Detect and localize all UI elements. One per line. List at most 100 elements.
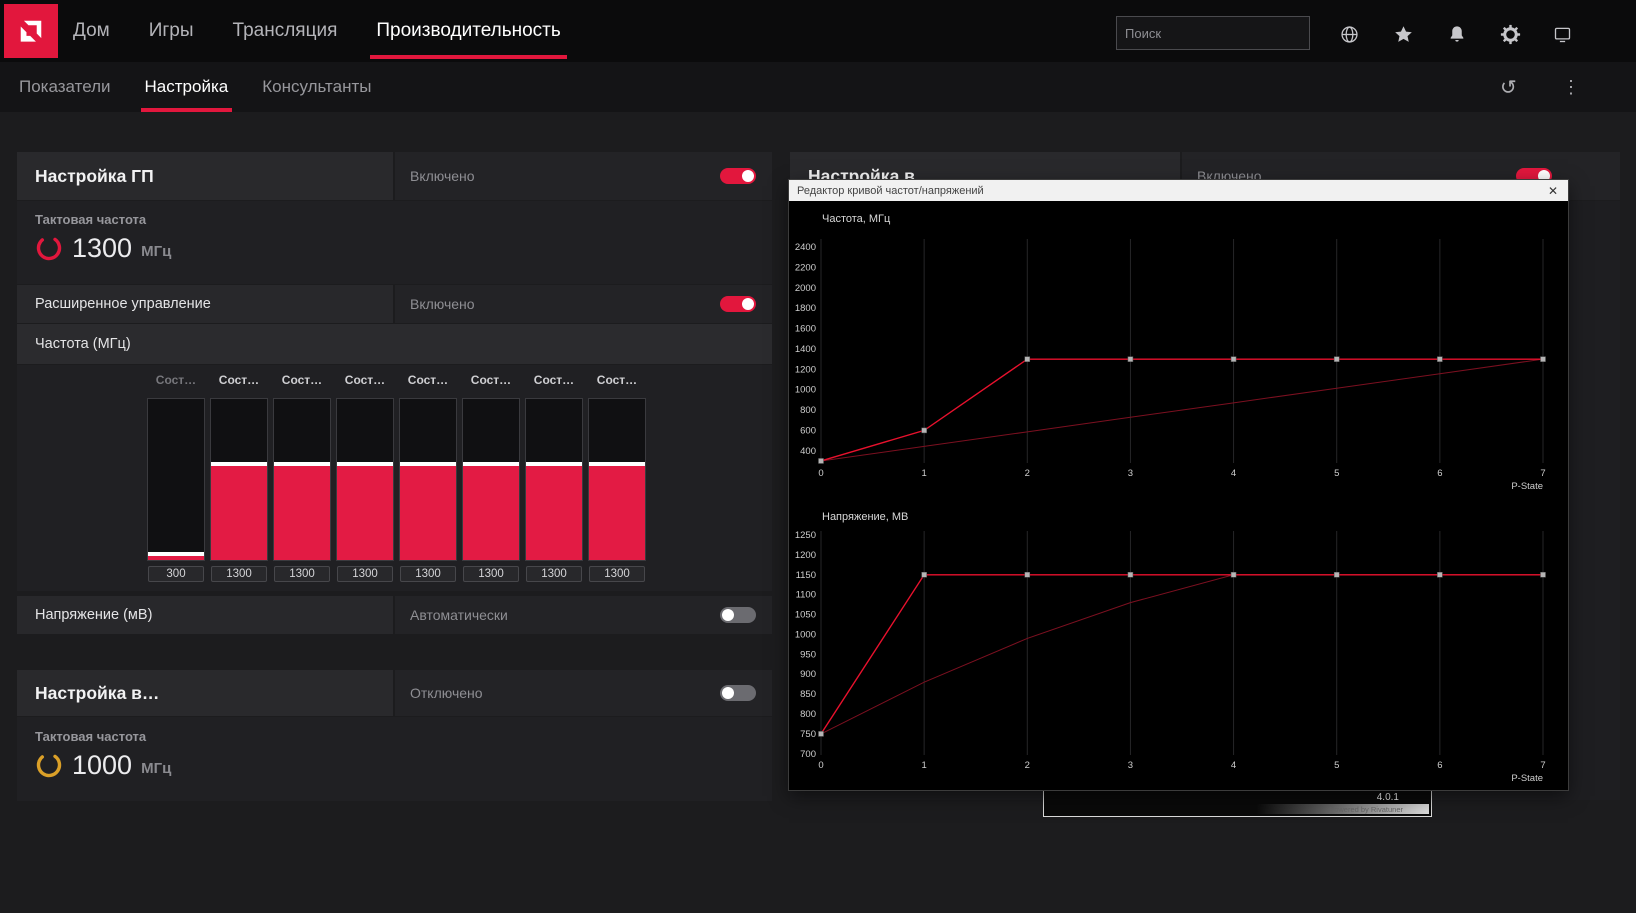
svg-text:950: 950	[800, 649, 816, 660]
tab-metrics[interactable]: Показатели	[17, 62, 113, 112]
state-value-box[interactable]: 1300	[274, 566, 330, 582]
curve-point-marker[interactable]	[1230, 356, 1237, 362]
state-slider-handle[interactable]	[463, 462, 519, 467]
gear-icon[interactable]	[1499, 23, 1521, 45]
svg-text:0: 0	[818, 760, 823, 771]
voltage-row: Напряжение (мВ) Автоматически	[17, 596, 772, 634]
globe-icon[interactable]	[1338, 23, 1360, 45]
state-slider[interactable]	[147, 398, 205, 561]
svg-text:900: 900	[800, 669, 816, 680]
curve-editor-titlebar[interactable]: Редактор кривой частот/напряжений ✕	[789, 180, 1568, 201]
nav-item-games[interactable]: Игры	[146, 0, 197, 62]
svg-text:850: 850	[800, 689, 816, 700]
curve-point-marker[interactable]	[1230, 572, 1237, 578]
curve-point-marker[interactable]	[1127, 572, 1134, 578]
curve-point-marker[interactable]	[1437, 356, 1443, 362]
curve-point-marker[interactable]	[1333, 572, 1340, 578]
gpu-clock-gauge-icon	[36, 235, 62, 261]
state-value-box[interactable]: 1300	[400, 566, 456, 582]
state-slider-handle[interactable]	[589, 462, 645, 467]
curve-point-marker[interactable]	[818, 458, 824, 464]
curve-point-marker[interactable]	[1333, 356, 1340, 362]
svg-text:7: 7	[1540, 760, 1545, 771]
state-value-box[interactable]: 1300	[337, 566, 393, 582]
frequency-states-block: Сост… 300 Сост… 1300 Сост… 1300 Сост… 1300 Сост……	[17, 365, 772, 591]
state-slider-handle[interactable]	[211, 462, 267, 467]
svg-text:1200: 1200	[795, 550, 816, 561]
curve-point-marker[interactable]	[1024, 572, 1031, 578]
curve-point-marker[interactable]	[1024, 356, 1031, 362]
state-value-box[interactable]: 1300	[463, 566, 519, 582]
voltage-toggle[interactable]	[720, 607, 756, 623]
state-slider-fill	[337, 466, 393, 560]
svg-text:1: 1	[921, 468, 926, 479]
state-slider-handle[interactable]	[526, 462, 582, 467]
state-slider-fill	[589, 466, 645, 560]
state-value-box[interactable]: 1300	[211, 566, 267, 582]
state-slider-handle[interactable]	[400, 462, 456, 467]
tab-advisors[interactable]: Консультанты	[260, 62, 373, 112]
state-column: Сост… 1300	[525, 373, 583, 582]
gpu-tuning-title: Настройка ГП	[35, 165, 154, 186]
search-input[interactable]	[1117, 17, 1309, 49]
state-slider[interactable]	[525, 398, 583, 561]
curve-point-marker[interactable]	[921, 572, 927, 578]
svg-text:1250: 1250	[795, 530, 816, 541]
amd-logo[interactable]	[4, 4, 58, 58]
state-slider-handle[interactable]	[337, 462, 393, 467]
state-slider-handle[interactable]	[148, 551, 204, 556]
toggle-knob	[722, 609, 734, 621]
performance-tabs: Показатели Настройка Консультанты	[17, 62, 374, 112]
svg-text:750: 750	[800, 729, 816, 740]
gpu-tuning-status-segment: Включено	[395, 152, 772, 200]
state-slider[interactable]	[336, 398, 394, 561]
reset-icon[interactable]: ↺	[1500, 62, 1517, 112]
display-icon[interactable]	[1551, 23, 1573, 45]
vram-tuning-toggle[interactable]	[720, 685, 756, 701]
state-column: Сост… 1300	[588, 373, 646, 582]
svg-text:1100: 1100	[796, 590, 816, 601]
sub-navigation: Показатели Настройка Консультанты ↺ ⋮	[0, 62, 1636, 112]
tab-tuning[interactable]: Настройка	[140, 62, 232, 112]
state-header: Сост…	[596, 373, 638, 387]
state-column: Сост… 1300	[399, 373, 457, 582]
curve-editor-title: Редактор кривой частот/напряжений	[797, 184, 984, 197]
state-value-box[interactable]: 1300	[589, 566, 645, 582]
more-options-icon[interactable]: ⋮	[1562, 62, 1580, 112]
state-value-box[interactable]: 1300	[526, 566, 582, 582]
svg-text:800: 800	[800, 709, 816, 720]
curve-point-marker[interactable]	[1127, 356, 1134, 362]
bell-icon[interactable]	[1446, 23, 1468, 45]
nav-item-performance[interactable]: Производительность	[370, 0, 568, 62]
voltage-curve-chart[interactable]: 0 1 2 3 4 5 6 7 700 750 800 850 900 950 1000 1050 1100 11…	[793, 523, 1555, 785]
curve-point-marker[interactable]	[921, 427, 927, 434]
state-column: Сост… 1300	[210, 373, 268, 582]
state-slider[interactable]	[588, 398, 646, 561]
toggle-knob	[742, 170, 754, 182]
nav-item-home[interactable]: Дом	[70, 0, 113, 62]
gpu-clock-value: 1300	[72, 232, 133, 263]
svg-text:400: 400	[800, 446, 816, 457]
close-icon[interactable]: ✕	[1538, 180, 1568, 201]
curve-point-marker[interactable]	[1540, 356, 1546, 362]
vram-tuning-title: Настройка в…	[35, 682, 160, 703]
toggle-knob	[722, 687, 734, 699]
curve-point-marker[interactable]	[1540, 572, 1546, 578]
curve-point-marker[interactable]	[1437, 572, 1443, 578]
state-slider[interactable]	[399, 398, 457, 561]
curve-point-marker[interactable]	[818, 731, 824, 737]
star-icon[interactable]	[1392, 23, 1414, 45]
toggle-knob	[742, 298, 754, 310]
top-navigation: Дом Игры Трансляция Производительность	[0, 0, 1636, 62]
nav-item-streaming[interactable]: Трансляция	[230, 0, 341, 62]
advanced-control-toggle[interactable]	[720, 296, 756, 312]
gpu-tuning-toggle[interactable]	[720, 168, 756, 184]
state-value-box[interactable]: 300	[148, 566, 204, 582]
state-slider-handle[interactable]	[274, 462, 330, 467]
frequency-curve-chart[interactable]: 0 1 2 3 4 5 6 7 400 600 800 1000 1200 1400 1600 1800 200…	[793, 231, 1555, 493]
svg-text:1: 1	[921, 760, 926, 771]
svg-text:2200: 2200	[795, 263, 816, 274]
state-slider[interactable]	[462, 398, 520, 561]
state-slider[interactable]	[210, 398, 268, 561]
state-slider[interactable]	[273, 398, 331, 561]
